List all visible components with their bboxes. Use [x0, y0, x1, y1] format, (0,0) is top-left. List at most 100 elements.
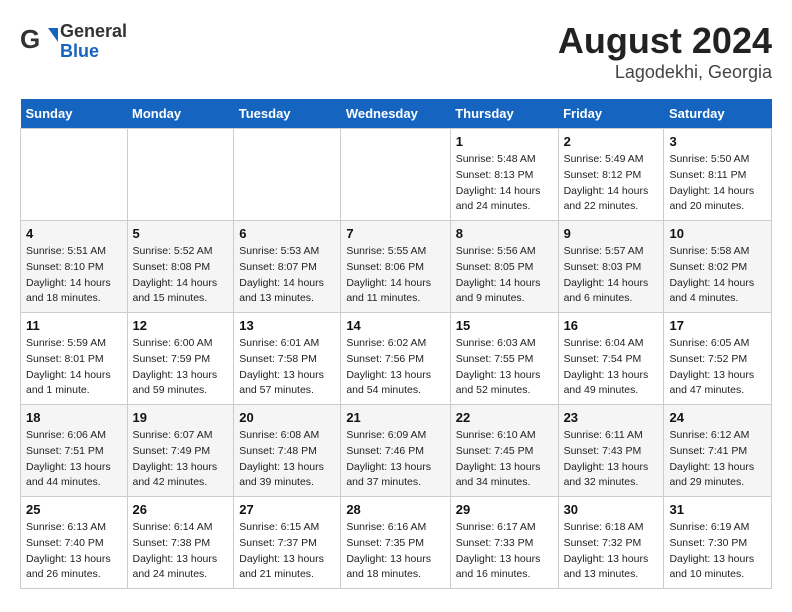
- day-info: Sunrise: 5:51 AMSunset: 8:10 PMDaylight:…: [26, 244, 122, 307]
- calendar-cell: 25 Sunrise: 6:13 AMSunset: 7:40 PMDayligh…: [21, 497, 128, 589]
- day-number: 31: [669, 502, 766, 517]
- day-number: 5: [133, 226, 229, 241]
- weekday-header-thursday: Thursday: [450, 99, 558, 129]
- calendar-cell: 18Sunrise: 6:06 AMSunset: 7:51 PMDayligh…: [21, 405, 128, 497]
- calendar-cell: 28Sunrise: 6:16 AMSunset: 7:35 PMDayligh…: [341, 497, 450, 589]
- calendar-body: 1Sunrise: 5:48 AMSunset: 8:13 PMDaylight…: [21, 129, 772, 589]
- calendar-week-1: 1Sunrise: 5:48 AMSunset: 8:13 PMDaylight…: [21, 129, 772, 221]
- day-number: 19: [133, 410, 229, 425]
- calendar-week-5: 25 Sunrise: 6:13 AMSunset: 7:40 PMDayligh…: [21, 497, 772, 589]
- day-info: Sunrise: 6:12 AMSunset: 7:41 PMDaylight:…: [669, 428, 766, 491]
- weekday-header-wednesday: Wednesday: [341, 99, 450, 129]
- day-number: 14: [346, 318, 444, 333]
- calendar-cell: 19 Sunrise: 6:07 AMSunset: 7:49 PMDayligh…: [127, 405, 234, 497]
- calendar-cell: 2 Sunrise: 5:49 AMSunset: 8:12 PMDaylight…: [558, 129, 664, 221]
- logo: G General Blue: [20, 20, 127, 63]
- day-number: 4: [26, 226, 122, 241]
- calendar-cell: 15 Sunrise: 6:03 AMSunset: 7:55 PMDayligh…: [450, 313, 558, 405]
- calendar-cell: 16 Sunrise: 6:04 AMSunset: 7:54 PMDayligh…: [558, 313, 664, 405]
- day-info: Sunrise: 6:08 AMSunset: 7:48 PMDaylight:…: [239, 428, 335, 491]
- calendar-cell: 29Sunrise: 6:17 AMSunset: 7:33 PMDayligh…: [450, 497, 558, 589]
- day-number: 21: [346, 410, 444, 425]
- day-number: 9: [564, 226, 659, 241]
- weekday-header-tuesday: Tuesday: [234, 99, 341, 129]
- calendar-cell: 30 Sunrise: 6:18 AMSunset: 7:32 PMDayligh…: [558, 497, 664, 589]
- calendar-cell: 9 Sunrise: 5:57 AMSunset: 8:03 PMDaylight…: [558, 221, 664, 313]
- calendar-cell: 23 Sunrise: 6:11 AMSunset: 7:43 PMDayligh…: [558, 405, 664, 497]
- day-number: 24: [669, 410, 766, 425]
- day-number: 13: [239, 318, 335, 333]
- weekday-header-row: SundayMondayTuesdayWednesdayThursdayFrid…: [21, 99, 772, 129]
- day-number: 30: [564, 502, 659, 517]
- day-info: Sunrise: 6:03 AMSunset: 7:55 PMDaylight:…: [456, 336, 553, 399]
- day-info: Sunrise: 6:05 AMSunset: 7:52 PMDaylight:…: [669, 336, 766, 399]
- day-info: Sunrise: 6:14 AMSunset: 7:38 PMDaylight:…: [133, 520, 229, 583]
- day-info: Sunrise: 6:04 AMSunset: 7:54 PMDaylight:…: [564, 336, 659, 399]
- day-info: Sunrise: 6:06 AMSunset: 7:51 PMDaylight:…: [26, 428, 122, 491]
- calendar-cell: 5 Sunrise: 5:52 AMSunset: 8:08 PMDaylight…: [127, 221, 234, 313]
- subtitle: Lagodekhi, Georgia: [558, 62, 772, 83]
- day-info: Sunrise: 6:01 AMSunset: 7:58 PMDaylight:…: [239, 336, 335, 399]
- page-header: G General Blue August 2024 Lagodekhi, Ge…: [20, 20, 772, 83]
- day-number: 6: [239, 226, 335, 241]
- calendar-cell: [234, 129, 341, 221]
- calendar-cell: [127, 129, 234, 221]
- day-info: Sunrise: 5:49 AMSunset: 8:12 PMDaylight:…: [564, 152, 659, 215]
- calendar-cell: 22 Sunrise: 6:10 AMSunset: 7:45 PMDayligh…: [450, 405, 558, 497]
- day-info: Sunrise: 5:59 AMSunset: 8:01 PMDaylight:…: [26, 336, 122, 399]
- day-info: Sunrise: 6:18 AMSunset: 7:32 PMDaylight:…: [564, 520, 659, 583]
- day-number: 10: [669, 226, 766, 241]
- day-info: Sunrise: 6:11 AMSunset: 7:43 PMDaylight:…: [564, 428, 659, 491]
- calendar-cell: 10 Sunrise: 5:58 AMSunset: 8:02 PMDayligh…: [664, 221, 772, 313]
- logo-icon: G: [20, 20, 58, 58]
- calendar-cell: 21 Sunrise: 6:09 AMSunset: 7:46 PMDayligh…: [341, 405, 450, 497]
- calendar-cell: 26 Sunrise: 6:14 AMSunset: 7:38 PMDayligh…: [127, 497, 234, 589]
- day-number: 12: [133, 318, 229, 333]
- day-number: 17: [669, 318, 766, 333]
- day-number: 15: [456, 318, 553, 333]
- calendar-cell: 3 Sunrise: 5:50 AMSunset: 8:11 PMDaylight…: [664, 129, 772, 221]
- day-info: Sunrise: 6:10 AMSunset: 7:45 PMDaylight:…: [456, 428, 553, 491]
- day-number: 2: [564, 134, 659, 149]
- calendar-cell: 11Sunrise: 5:59 AMSunset: 8:01 PMDayligh…: [21, 313, 128, 405]
- day-number: 20: [239, 410, 335, 425]
- day-info: Sunrise: 5:57 AMSunset: 8:03 PMDaylight:…: [564, 244, 659, 307]
- calendar-week-4: 18Sunrise: 6:06 AMSunset: 7:51 PMDayligh…: [21, 405, 772, 497]
- day-info: Sunrise: 5:56 AMSunset: 8:05 PMDaylight:…: [456, 244, 553, 307]
- calendar-cell: 27Sunrise: 6:15 AMSunset: 7:37 PMDayligh…: [234, 497, 341, 589]
- day-number: 16: [564, 318, 659, 333]
- day-info: Sunrise: 6:09 AMSunset: 7:46 PMDaylight:…: [346, 428, 444, 491]
- calendar-cell: 13 Sunrise: 6:01 AMSunset: 7:58 PMDayligh…: [234, 313, 341, 405]
- day-number: 8: [456, 226, 553, 241]
- calendar-week-2: 4 Sunrise: 5:51 AMSunset: 8:10 PMDaylight…: [21, 221, 772, 313]
- calendar-cell: 31Sunrise: 6:19 AMSunset: 7:30 PMDayligh…: [664, 497, 772, 589]
- day-number: 25: [26, 502, 122, 517]
- day-info: Sunrise: 6:16 AMSunset: 7:35 PMDaylight:…: [346, 520, 444, 583]
- logo-general: General: [60, 22, 127, 42]
- calendar-cell: 8 Sunrise: 5:56 AMSunset: 8:05 PMDaylight…: [450, 221, 558, 313]
- day-number: 22: [456, 410, 553, 425]
- day-info: Sunrise: 6:07 AMSunset: 7:49 PMDaylight:…: [133, 428, 229, 491]
- day-info: Sunrise: 5:52 AMSunset: 8:08 PMDaylight:…: [133, 244, 229, 307]
- day-info: Sunrise: 5:50 AMSunset: 8:11 PMDaylight:…: [669, 152, 766, 215]
- day-info: Sunrise: 5:53 AMSunset: 8:07 PMDaylight:…: [239, 244, 335, 307]
- calendar-cell: 1Sunrise: 5:48 AMSunset: 8:13 PMDaylight…: [450, 129, 558, 221]
- day-number: 23: [564, 410, 659, 425]
- weekday-header-friday: Friday: [558, 99, 664, 129]
- calendar-cell: 17 Sunrise: 6:05 AMSunset: 7:52 PMDayligh…: [664, 313, 772, 405]
- calendar-cell: [341, 129, 450, 221]
- day-number: 26: [133, 502, 229, 517]
- weekday-header-monday: Monday: [127, 99, 234, 129]
- calendar-cell: 7Sunrise: 5:55 AMSunset: 8:06 PMDaylight…: [341, 221, 450, 313]
- day-info: Sunrise: 5:48 AMSunset: 8:13 PMDaylight:…: [456, 152, 553, 215]
- day-info: Sunrise: 5:58 AMSunset: 8:02 PMDaylight:…: [669, 244, 766, 307]
- calendar-cell: 24 Sunrise: 6:12 AMSunset: 7:41 PMDayligh…: [664, 405, 772, 497]
- day-number: 3: [669, 134, 766, 149]
- day-info: Sunrise: 6:17 AMSunset: 7:33 PMDaylight:…: [456, 520, 553, 583]
- title-block: August 2024 Lagodekhi, Georgia: [558, 20, 772, 83]
- day-info: Sunrise: 6:00 AMSunset: 7:59 PMDaylight:…: [133, 336, 229, 399]
- day-info: Sunrise: 6:13 AMSunset: 7:40 PMDaylight:…: [26, 520, 122, 583]
- svg-text:G: G: [20, 24, 40, 54]
- calendar-week-3: 11Sunrise: 5:59 AMSunset: 8:01 PMDayligh…: [21, 313, 772, 405]
- weekday-header-saturday: Saturday: [664, 99, 772, 129]
